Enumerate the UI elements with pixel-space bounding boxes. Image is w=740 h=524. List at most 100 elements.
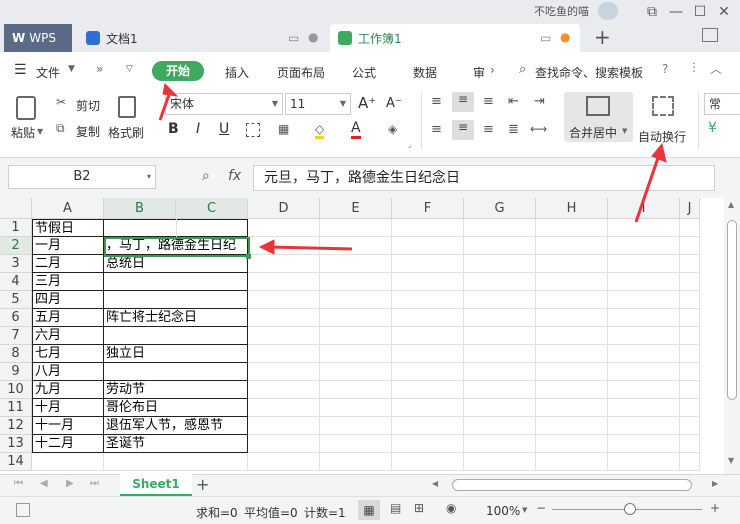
- cell-f[interactable]: [392, 237, 464, 255]
- cell-c[interactable]: [176, 309, 177, 327]
- cell-j[interactable]: [680, 327, 700, 345]
- cell-a[interactable]: 节假日: [32, 219, 104, 237]
- scroll-right-icon[interactable]: ▶: [712, 479, 718, 488]
- chevron-down-icon[interactable]: ▼: [522, 506, 527, 514]
- cell-a[interactable]: 九月: [32, 381, 104, 399]
- bold-button[interactable]: B: [168, 121, 179, 137]
- row-header[interactable]: 1: [0, 219, 32, 237]
- cell-c[interactable]: [176, 381, 177, 399]
- cell-c[interactable]: [176, 327, 177, 345]
- cell-j[interactable]: [680, 453, 700, 471]
- dialog-launcher-icon[interactable]: ⌟: [408, 140, 412, 149]
- cell-g[interactable]: [464, 219, 536, 237]
- cell-a[interactable]: 十二月: [32, 435, 104, 453]
- cell-e[interactable]: [320, 399, 392, 417]
- cell-h[interactable]: [536, 309, 608, 327]
- cell-i[interactable]: [608, 237, 680, 255]
- column-header-e[interactable]: E: [320, 198, 392, 219]
- cell-e[interactable]: [320, 237, 392, 255]
- zoom-search-icon[interactable]: ⌕: [202, 168, 210, 184]
- column-header-f[interactable]: F: [392, 198, 464, 219]
- user-avatar[interactable]: [598, 2, 618, 20]
- last-sheet-icon[interactable]: ⏭: [90, 478, 99, 489]
- cell-i[interactable]: [608, 345, 680, 363]
- fill-handle[interactable]: [246, 254, 251, 259]
- cell-j[interactable]: [680, 363, 700, 381]
- cell-d[interactable]: [248, 453, 320, 471]
- cell-i[interactable]: [608, 273, 680, 291]
- cell-e[interactable]: [320, 219, 392, 237]
- scrollbar-thumb[interactable]: [452, 479, 692, 491]
- cell-a[interactable]: 六月: [32, 327, 104, 345]
- hamburger-icon[interactable]: ☰: [14, 62, 27, 78]
- select-all-corner[interactable]: [0, 198, 32, 219]
- cell-g[interactable]: [464, 417, 536, 435]
- cell-d[interactable]: [248, 237, 320, 255]
- cell-e[interactable]: [320, 417, 392, 435]
- user-name[interactable]: 不吃鱼的喵: [534, 3, 589, 19]
- row-header[interactable]: 5: [0, 291, 32, 309]
- page-layout-view-icon[interactable]: ▤: [390, 501, 401, 515]
- cell-i[interactable]: [608, 417, 680, 435]
- prev-sheet-icon[interactable]: ◀: [40, 478, 48, 489]
- cell-h[interactable]: [536, 435, 608, 453]
- tab-wps[interactable]: W WPS: [4, 24, 72, 52]
- page-break-view-icon[interactable]: ⊞: [414, 501, 424, 515]
- cell-d[interactable]: [248, 327, 320, 345]
- zoom-slider-thumb[interactable]: [624, 503, 636, 515]
- reading-mode-icon[interactable]: ◉: [446, 501, 456, 515]
- monitor-icon[interactable]: ▭: [288, 31, 299, 45]
- cell-d[interactable]: [248, 381, 320, 399]
- cell-i[interactable]: [608, 363, 680, 381]
- more-menus-icon[interactable]: ›: [490, 63, 495, 77]
- cell-g[interactable]: [464, 399, 536, 417]
- cell-c[interactable]: [176, 435, 177, 453]
- cell-f[interactable]: [392, 435, 464, 453]
- cell-a[interactable]: 四月: [32, 291, 104, 309]
- cell-i[interactable]: [608, 453, 680, 471]
- cell-a[interactable]: 一月: [32, 237, 104, 255]
- cell-g[interactable]: [464, 327, 536, 345]
- indent-decrease-icon[interactable]: ⇤: [508, 94, 519, 109]
- cell-g[interactable]: [464, 291, 536, 309]
- cell-i[interactable]: [608, 219, 680, 237]
- close-icon[interactable]: ✕: [712, 2, 736, 22]
- zoom-out-icon[interactable]: −: [536, 501, 546, 515]
- row-header[interactable]: 14: [0, 453, 32, 471]
- cell-g[interactable]: [464, 273, 536, 291]
- cell-f[interactable]: [392, 453, 464, 471]
- cell-f[interactable]: [392, 417, 464, 435]
- cell-e[interactable]: [320, 363, 392, 381]
- zoom-level[interactable]: 100%: [486, 504, 520, 518]
- cell-a[interactable]: 八月: [32, 363, 104, 381]
- merge-center-button[interactable]: 合并居中 ▼: [564, 92, 633, 142]
- command-search[interactable]: 查找命令、搜索模板: [535, 64, 643, 81]
- cell-c[interactable]: [176, 255, 177, 273]
- scroll-down-icon[interactable]: ▼: [728, 456, 734, 465]
- align-top-icon[interactable]: ≡: [431, 94, 442, 109]
- wrap-text-button[interactable]: 自动换行: [638, 92, 692, 144]
- cell-f[interactable]: [392, 309, 464, 327]
- fx-icon[interactable]: fx: [228, 168, 241, 184]
- format-painter-button[interactable]: 格式刷: [108, 124, 144, 141]
- menu-insert[interactable]: 插入: [225, 64, 249, 81]
- cell-e[interactable]: [320, 381, 392, 399]
- zoom-in-icon[interactable]: +: [710, 501, 720, 515]
- menu-formula[interactable]: 公式: [352, 64, 376, 81]
- new-tab-button[interactable]: +: [594, 25, 611, 49]
- cell-a[interactable]: 十月: [32, 399, 104, 417]
- scissors-icon[interactable]: ✂: [56, 95, 66, 109]
- align-left-icon[interactable]: ≡: [431, 122, 442, 137]
- row-header[interactable]: 8: [0, 345, 32, 363]
- cell-d[interactable]: [248, 291, 320, 309]
- row-header[interactable]: 4: [0, 273, 32, 291]
- cell-d[interactable]: [248, 399, 320, 417]
- first-sheet-icon[interactable]: ⏮: [14, 478, 23, 489]
- copy-icon[interactable]: ⧉: [56, 121, 65, 136]
- tab-document[interactable]: 文档1 ▭ ●: [78, 24, 324, 52]
- column-header-g[interactable]: G: [464, 198, 536, 219]
- cell-c[interactable]: [176, 453, 177, 471]
- currency-icon[interactable]: ¥: [708, 120, 717, 136]
- cell-j[interactable]: [680, 273, 700, 291]
- cell-e[interactable]: [320, 345, 392, 363]
